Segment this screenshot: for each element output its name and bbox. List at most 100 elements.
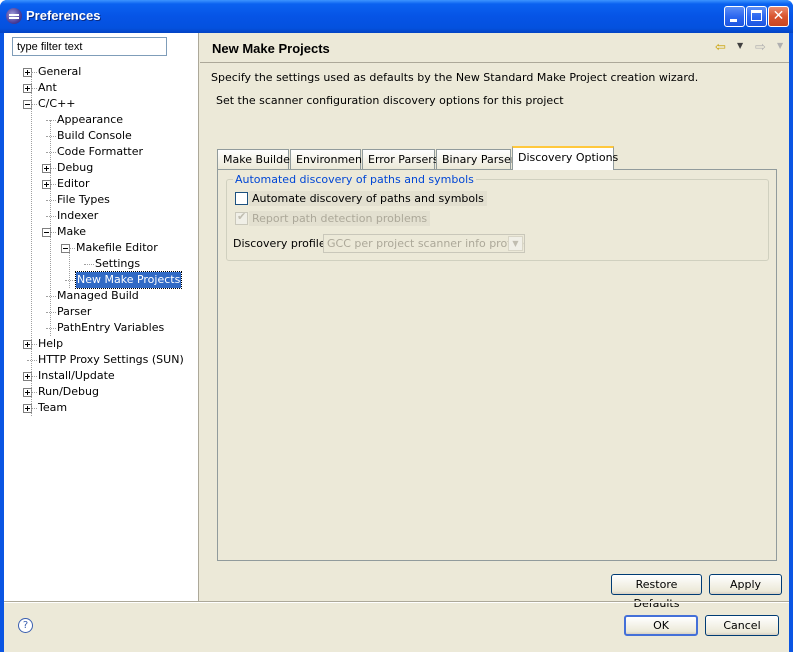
close-button[interactable]: ✕ — [768, 6, 789, 27]
tree-item[interactable]: Editor — [4, 176, 199, 192]
tree-guide-line — [31, 72, 32, 416]
tab-label: Make Builder — [223, 153, 295, 166]
tree-connector — [46, 296, 56, 297]
bottom-separator — [4, 601, 789, 603]
tree-item[interactable]: File Types — [4, 192, 199, 208]
report-problems-label: Report path detection problems — [249, 211, 431, 226]
minimize-button[interactable] — [724, 6, 745, 27]
tree-item-label: Team — [38, 401, 68, 414]
tree-item[interactable]: Run/Debug — [4, 384, 199, 400]
tree-item-label: Install/Update — [38, 369, 115, 382]
close-icon: ✕ — [772, 8, 785, 24]
make-options-tabs: Make Builder Environment Error Parsers B… — [217, 146, 777, 561]
tree-item-label: C/C++ — [38, 97, 76, 110]
tab-label: Error Parsers — [368, 153, 439, 166]
tree-item[interactable]: Indexer — [4, 208, 199, 224]
tab-environment[interactable]: Environment — [290, 149, 366, 169]
window-title: Preferences — [26, 8, 101, 23]
tab-error-parsers[interactable]: Error Parsers — [362, 149, 439, 169]
cancel-button[interactable]: Cancel — [705, 615, 779, 636]
preference-tree-pane: General Ant C/C++ Appearance Build Console Co… — [4, 33, 199, 601]
tree-item[interactable]: Team — [4, 400, 199, 416]
tree-item[interactable]: New Make Projects — [4, 271, 199, 289]
restore-defaults-button[interactable]: Restore Defaults — [611, 574, 702, 610]
tree-item-label: General — [38, 65, 82, 78]
tree-connector — [84, 264, 94, 265]
discovery-options-panel: Automated discovery of paths and symbols… — [217, 169, 777, 561]
tree-guide-line — [50, 120, 51, 336]
tree-connector — [46, 120, 56, 121]
tree-item-label: HTTP Proxy Settings (SUN) — [38, 353, 184, 366]
tree-item[interactable]: Makefile Editor — [4, 240, 199, 256]
tab-binary-parser[interactable]: Binary Parser — [436, 149, 515, 169]
page-title: New Make Projects — [212, 41, 330, 56]
filter-input[interactable] — [12, 37, 167, 56]
tree-item-label: Help — [38, 337, 64, 350]
tree-item[interactable]: Debug — [4, 160, 199, 176]
tab-make-builder[interactable]: Make Builder — [217, 149, 294, 169]
tree-connector — [65, 280, 75, 281]
dialog-client: General Ant C/C++ Appearance Build Console Co… — [4, 33, 789, 652]
tree-item-label: Make — [57, 225, 86, 238]
tree-item-label: Indexer — [57, 209, 99, 222]
tree-connector — [46, 136, 56, 137]
tree-item[interactable]: Build Console — [4, 128, 199, 144]
tree-item[interactable]: Code Formatter — [4, 144, 199, 160]
discovery-profile-label: Discovery profile: — [233, 237, 330, 250]
back-history-dropdown-icon[interactable]: ▼ — [737, 41, 743, 50]
tree-connector — [46, 152, 56, 153]
tree-item[interactable]: Settings — [4, 256, 199, 272]
tree-connector — [27, 360, 37, 361]
chevron-down-icon[interactable]: ▼ — [508, 236, 523, 251]
tree-item-label: Code Formatter — [57, 145, 144, 158]
tree-item-label: Build Console — [57, 129, 132, 142]
page-subdescription: Set the scanner configuration discovery … — [216, 94, 564, 107]
minimize-icon — [730, 19, 737, 22]
automate-discovery-checkbox[interactable] — [235, 192, 248, 205]
discovery-profile-select[interactable]: GCC per project scanner info profile ▼ — [323, 234, 525, 253]
tree-item[interactable]: Install/Update — [4, 368, 199, 384]
forward-history-dropdown-icon[interactable]: ▼ — [777, 41, 783, 50]
tree-item-label: Appearance — [57, 113, 124, 126]
tree-item-label: Settings — [95, 257, 141, 270]
eclipse-icon — [6, 8, 22, 24]
tree-connector — [46, 200, 56, 201]
tree-connector — [46, 328, 56, 329]
tree-item-label: Parser — [57, 305, 92, 318]
tree-item[interactable]: HTTP Proxy Settings (SUN) — [4, 352, 199, 368]
tree-item[interactable]: Parser — [4, 304, 199, 320]
tree-item-label: Debug — [57, 161, 94, 174]
tree-item[interactable]: Make — [4, 224, 199, 240]
tree-item[interactable]: PathEntry Variables — [4, 320, 199, 336]
tree-item[interactable]: Managed Build — [4, 288, 199, 304]
preferences-window: Preferences ✕ General Ant C/C++ Appearance B… — [0, 0, 793, 652]
tree-item[interactable]: General — [4, 64, 199, 80]
tab-label: Discovery Options — [518, 151, 619, 164]
apply-button[interactable]: Apply — [709, 574, 782, 595]
ok-button[interactable]: OK — [624, 615, 698, 636]
page-header: New Make Projects ⇦ ▼ ⇨ ▼ — [200, 33, 789, 63]
tab-discovery-options[interactable]: Discovery Options — [512, 146, 618, 170]
tree-item[interactable]: C/C++ — [4, 96, 199, 112]
tree-item-label: Editor — [57, 177, 90, 190]
automate-discovery-label[interactable]: Automate discovery of paths and symbols — [249, 191, 487, 206]
tree-item[interactable]: Ant — [4, 80, 199, 96]
tree-item[interactable]: Appearance — [4, 112, 199, 128]
tree-connector — [46, 312, 56, 313]
help-icon[interactable]: ? — [18, 618, 33, 633]
tab-label: Environment — [296, 153, 367, 166]
discovery-group: Automated discovery of paths and symbols… — [226, 173, 769, 261]
tree-item-label: New Make Projects — [74, 271, 183, 289]
back-arrow-icon[interactable]: ⇦ — [715, 40, 726, 56]
maximize-button[interactable] — [746, 6, 767, 27]
tree-connector — [46, 216, 56, 217]
tree-guide-line — [69, 248, 70, 288]
title-bar[interactable]: Preferences ✕ — [0, 0, 793, 33]
group-title: Automated discovery of paths and symbols — [233, 173, 476, 186]
tree-item[interactable]: Help — [4, 336, 199, 352]
report-problems-checkbox[interactable]: ✔ — [235, 210, 248, 225]
forward-arrow-icon[interactable]: ⇨ — [755, 40, 766, 56]
tree-item-label: Run/Debug — [38, 385, 99, 398]
tab-label: Binary Parser — [442, 153, 516, 166]
preference-page: New Make Projects ⇦ ▼ ⇨ ▼ Specify the se… — [200, 33, 789, 610]
